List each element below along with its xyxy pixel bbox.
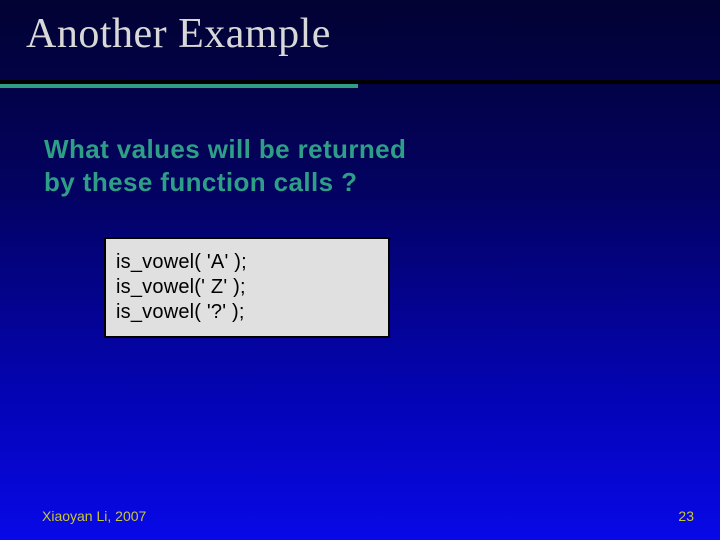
question-text: What values will be returned by these fu… (44, 133, 564, 198)
question-line: What values will be returned (44, 134, 406, 164)
code-line: is_vowel( 'A' ); (116, 251, 247, 273)
footer-author: Xiaoyan Li, 2007 (42, 508, 146, 524)
footer-page-number: 23 (678, 508, 694, 524)
code-box: is_vowel( 'A' ); is_vowel(' Z' ); is_vow… (104, 237, 390, 338)
title-divider-accent (0, 84, 358, 88)
slide: Another Example What values will be retu… (0, 0, 720, 540)
code-line: is_vowel(' Z' ); (116, 276, 246, 298)
slide-title: Another Example (26, 10, 331, 58)
code-line: is_vowel( '?' ); (116, 301, 245, 323)
question-line: by these function calls ? (44, 167, 357, 197)
